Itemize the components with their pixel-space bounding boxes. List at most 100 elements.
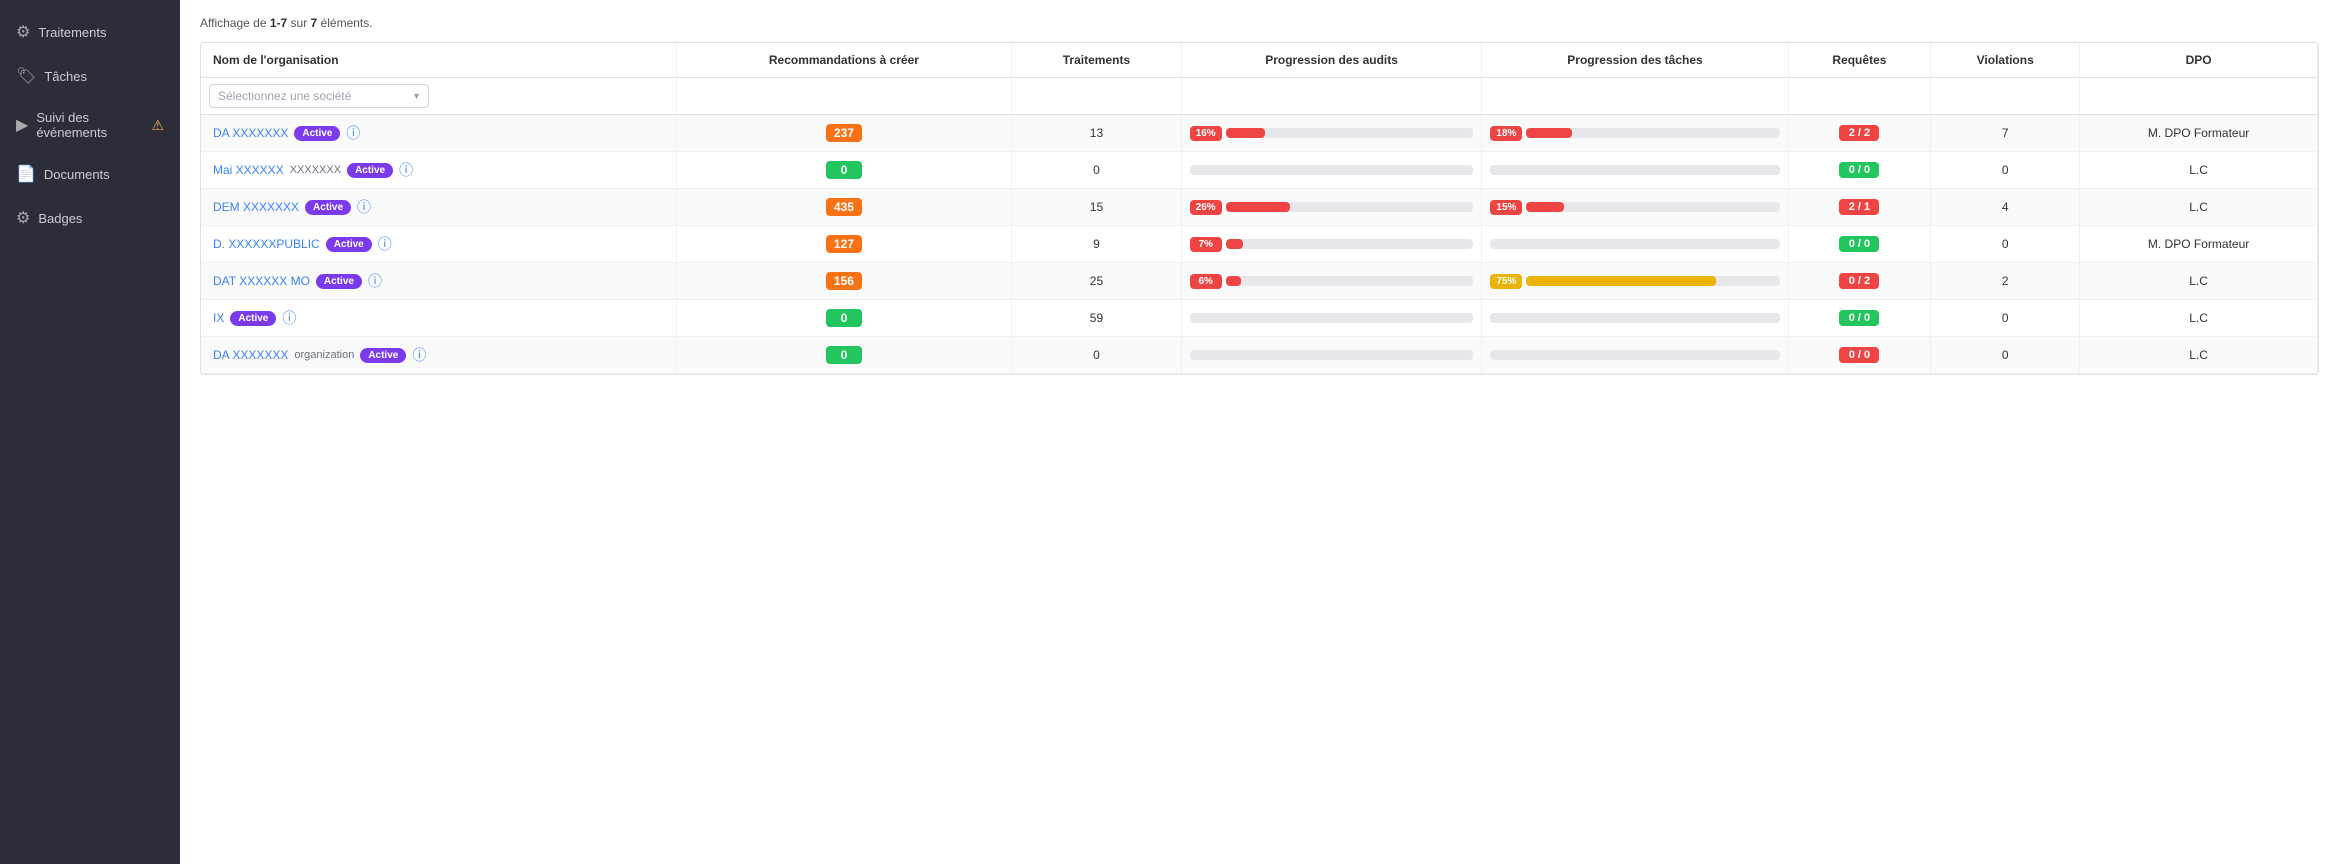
audit-progress-cell — [1181, 152, 1482, 189]
traitements-cell: 59 — [1012, 300, 1181, 337]
rec-cell: 0 — [676, 300, 1012, 337]
dpo-cell: M. DPO Formateur — [2080, 226, 2318, 263]
rec-badge: 0 — [826, 346, 862, 364]
sidebar-item-traitements[interactable]: ⚙ Traitements — [0, 10, 180, 54]
rec-badge: 435 — [826, 198, 862, 216]
rec-badge: 237 — [826, 124, 862, 142]
req-cell: 0 / 0 — [1788, 300, 1931, 337]
rec-cell: 127 — [676, 226, 1012, 263]
task-bar-bg — [1526, 202, 1779, 212]
task-bar-fill — [1526, 276, 1716, 286]
table-row: DEM XXXXXXXActiveⓘ43515 26% 15% 2 / 14L.… — [201, 189, 2318, 226]
task-pill: 18% — [1490, 126, 1522, 141]
rec-badge: 156 — [826, 272, 862, 290]
org-name-cell: IX Activeⓘ — [201, 300, 676, 337]
col-progression-taches: Progression des tâches — [1482, 43, 1788, 78]
info-icon[interactable]: ⓘ — [368, 271, 382, 291]
main-content: Affichage de 1-7 sur 7 éléments. Nom de … — [180, 0, 2339, 864]
col-requetes: Requêtes — [1788, 43, 1931, 78]
table-row: DA XXXXXXXorganizationActiveⓘ000 / 00L.C — [201, 337, 2318, 374]
filter-select[interactable]: Sélectionnez une société — [209, 84, 429, 108]
info-icon[interactable]: ⓘ — [412, 345, 426, 365]
traitements-cell: 25 — [1012, 263, 1181, 300]
affichage-text: Affichage de 1-7 sur 7 éléments. — [200, 16, 2319, 30]
org-sub: organization — [294, 349, 354, 361]
task-pill: 75% — [1490, 274, 1522, 289]
org-name-container: DA XXXXXXXorganizationActiveⓘ — [213, 345, 668, 365]
col-violations: Violations — [1931, 43, 2080, 78]
gear-icon: ⚙ — [16, 22, 30, 42]
table-row: D. XXXXXXPUBLICActiveⓘ1279 7% 0 / 00M. D… — [201, 226, 2318, 263]
audit-bar-bg — [1226, 239, 1474, 249]
audit-bar-fill — [1226, 202, 1290, 212]
req-badge: 0 / 0 — [1839, 162, 1879, 178]
req-cell: 0 / 2 — [1788, 263, 1931, 300]
col-organisation: Nom de l'organisation — [201, 43, 676, 78]
org-name-cell: DEM XXXXXXXActiveⓘ — [201, 189, 676, 226]
task-progress-cell: 18% — [1482, 115, 1788, 152]
sidebar-item-suivi[interactable]: ▶ Suivi des événements ⚠ — [0, 98, 180, 152]
audit-bar-empty — [1190, 313, 1474, 323]
org-name-container: DEM XXXXXXXActiveⓘ — [213, 197, 668, 217]
task-pill: 15% — [1490, 200, 1522, 215]
task-bar-empty — [1490, 350, 1779, 360]
table-row: DA XXXXXXXActiveⓘ23713 16% 18% 2 / 27M. … — [201, 115, 2318, 152]
audit-progress-cell: 7% — [1181, 226, 1482, 263]
sidebar: ⚙ Traitements 🏷 Tâches ▶ Suivi des événe… — [0, 0, 180, 864]
info-icon[interactable]: ⓘ — [357, 197, 371, 217]
table-wrapper: Nom de l'organisation Recommandations à … — [200, 42, 2319, 375]
document-icon: 📄 — [16, 164, 36, 184]
sidebar-item-documents[interactable]: 📄 Documents — [0, 152, 180, 196]
rec-cell: 0 — [676, 152, 1012, 189]
sidebar-label-badges: Badges — [38, 211, 82, 226]
audit-bar-empty — [1190, 165, 1474, 175]
org-prefix: DA XXXXXXX — [213, 348, 288, 362]
col-recommandations: Recommandations à créer — [676, 43, 1012, 78]
dpo-cell: L.C — [2080, 300, 2318, 337]
info-icon[interactable]: ⓘ — [346, 123, 360, 143]
violations-cell: 0 — [1931, 152, 2080, 189]
org-name-container: D. XXXXXXPUBLICActiveⓘ — [213, 234, 668, 254]
sidebar-item-badges[interactable]: ⚙ Badges — [0, 196, 180, 240]
audit-bar-fill — [1226, 239, 1243, 249]
task-progress-cell — [1482, 226, 1788, 263]
filter-select-wrapper[interactable]: Sélectionnez une société — [209, 84, 429, 108]
dpo-cell: L.C — [2080, 152, 2318, 189]
warning-icon: ⚠ — [151, 117, 164, 134]
org-name-cell: DAT XXXXXX MOActiveⓘ — [201, 263, 676, 300]
sidebar-label-documents: Documents — [44, 167, 110, 182]
org-name-container: DA XXXXXXXActiveⓘ — [213, 123, 668, 143]
audit-progress-container: 6% — [1190, 274, 1474, 289]
dpo-cell: L.C — [2080, 337, 2318, 374]
task-progress-container: 18% — [1490, 126, 1779, 141]
sidebar-item-taches[interactable]: 🏷 Tâches — [0, 54, 180, 98]
audit-bar-empty — [1190, 350, 1474, 360]
sidebar-label-traitements: Traitements — [38, 25, 106, 40]
task-bar-fill — [1526, 128, 1572, 138]
org-name-container: Mai XXXXXXXXXXXXXActiveⓘ — [213, 160, 668, 180]
rec-cell: 156 — [676, 263, 1012, 300]
active-badge: Active — [305, 200, 351, 215]
table-row: IX Activeⓘ0590 / 00L.C — [201, 300, 2318, 337]
active-badge: Active — [316, 274, 362, 289]
req-badge: 0 / 0 — [1839, 347, 1879, 363]
info-icon[interactable]: ⓘ — [399, 160, 413, 180]
badge-gear-icon: ⚙ — [16, 208, 30, 228]
col-dpo: DPO — [2080, 43, 2318, 78]
org-prefix: Mai XXXXXX — [213, 163, 284, 177]
req-cell: 0 / 0 — [1788, 226, 1931, 263]
audit-progress-cell: 16% — [1181, 115, 1482, 152]
req-cell: 0 / 0 — [1788, 337, 1931, 374]
info-icon[interactable]: ⓘ — [282, 308, 296, 328]
audit-pill: 7% — [1190, 237, 1222, 252]
rec-cell: 237 — [676, 115, 1012, 152]
audit-progress-cell — [1181, 337, 1482, 374]
audit-progress-cell: 26% — [1181, 189, 1482, 226]
arrow-right-icon: ▶ — [16, 115, 28, 135]
task-progress-cell — [1482, 300, 1788, 337]
info-icon[interactable]: ⓘ — [378, 234, 392, 254]
col-progression-audits: Progression des audits — [1181, 43, 1482, 78]
task-progress-cell — [1482, 152, 1788, 189]
dpo-cell: L.C — [2080, 263, 2318, 300]
audit-progress-container: 26% — [1190, 200, 1474, 215]
